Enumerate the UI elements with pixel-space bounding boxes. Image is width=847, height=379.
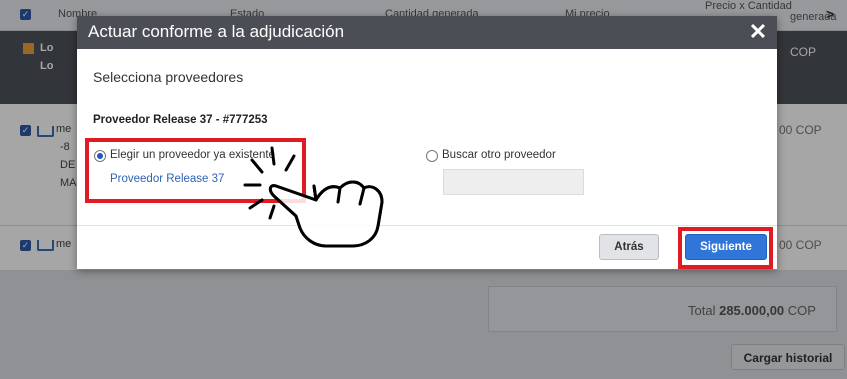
other-supplier-radio[interactable] — [426, 150, 438, 162]
modal-title: Actuar conforme a la adjudicación — [88, 22, 345, 41]
close-icon[interactable]: ✕ — [747, 19, 769, 45]
existing-supplier-link[interactable]: Proveedor Release 37 — [110, 173, 224, 185]
modal-footer-divider — [77, 225, 777, 226]
supplier-search-input[interactable] — [443, 169, 584, 195]
supplier-heading: Proveedor Release 37 - #777253 — [93, 114, 268, 126]
other-supplier-label[interactable]: Buscar otro proveedor — [442, 149, 556, 161]
pointing-hand-icon — [243, 146, 384, 248]
back-button[interactable]: Atrás — [599, 234, 659, 260]
existing-supplier-radio[interactable] — [94, 150, 106, 162]
modal-header: Actuar conforme a la adjudicación ✕ — [77, 16, 777, 49]
modal-subtitle: Selecciona proveedores — [93, 69, 244, 85]
award-action-modal: Actuar conforme a la adjudicación ✕ Sele… — [77, 16, 777, 269]
next-button[interactable]: Siguiente — [685, 234, 767, 260]
